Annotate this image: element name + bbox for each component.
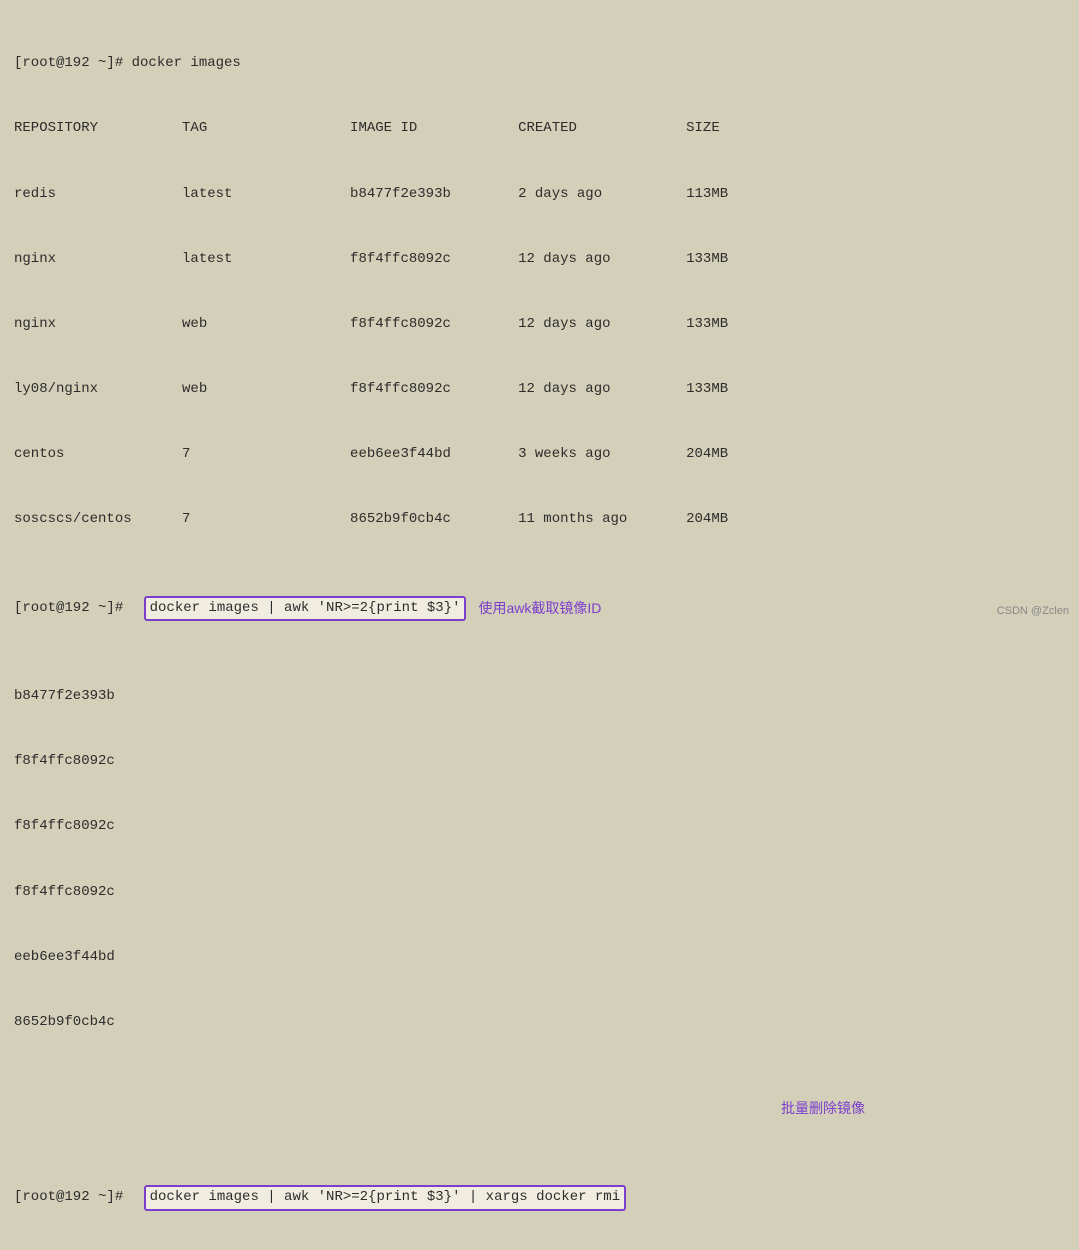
rmi-annotation-row: 批量删除镜像 (14, 1098, 1065, 1120)
prompt-awk: [root@192 ~]# (14, 598, 132, 620)
data-line-nginx1: nginx latest f8f4ffc8092c 12 days ago 13… (14, 249, 1065, 271)
awk-out-6: 8652b9f0cb4c (14, 1012, 1065, 1034)
awk-command-row: [root@192 ~]# docker images | awk 'NR>=2… (14, 596, 1065, 622)
awk-out-2: f8f4ffc8092c (14, 751, 1065, 773)
data-line-redis: redis latest b8477f2e393b 2 days ago 113… (14, 184, 1065, 206)
rmi-command-row: [root@192 ~]# docker images | awk 'NR>=2… (14, 1185, 1065, 1211)
data-line-nginx3: ly08/nginx web f8f4ffc8092c 12 days ago … (14, 379, 1065, 401)
awk-out-5: eeb6ee3f44bd (14, 947, 1065, 969)
awk-annotation: 使用awk截取镜像ID (478, 598, 601, 620)
terminal-window: [root@192 ~]# docker images REPOSITORY T… (0, 0, 1079, 1250)
header-line: REPOSITORY TAG IMAGE ID CREATED SIZE (14, 118, 1065, 140)
awk-out-1: b8477f2e393b (14, 686, 1065, 708)
rmi-annotation: 批量删除镜像 (781, 1098, 865, 1120)
rmi-command-box: docker images | awk 'NR>=2{print $3}' | … (144, 1185, 626, 1211)
command-line-1: [root@192 ~]# docker images (14, 53, 1065, 75)
watermark: CSDN @Zclen (997, 605, 1069, 617)
awk-command-box: docker images | awk 'NR>=2{print $3}' (144, 596, 467, 622)
prompt-rmi: [root@192 ~]# (14, 1187, 132, 1209)
data-line-soscscs: soscscs/centos 7 8652b9f0cb4c 11 months … (14, 509, 1065, 531)
data-line-nginx2: nginx web f8f4ffc8092c 12 days ago 133MB (14, 314, 1065, 336)
data-line-centos: centos 7 eeb6ee3f44bd 3 weeks ago 204MB (14, 444, 1065, 466)
awk-out-3: f8f4ffc8092c (14, 816, 1065, 838)
awk-out-4: f8f4ffc8092c (14, 882, 1065, 904)
